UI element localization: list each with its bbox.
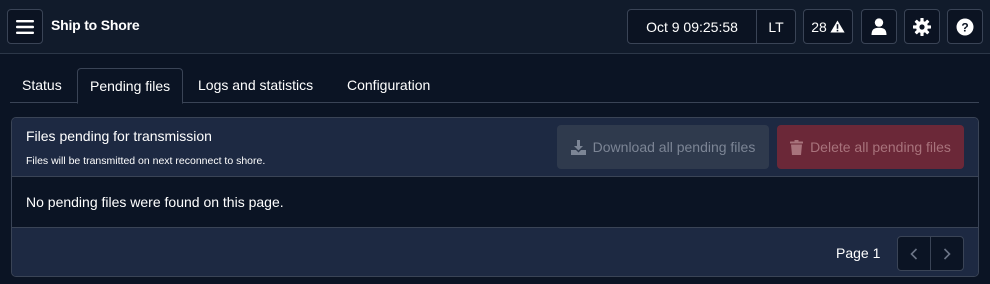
previous-page-button[interactable]: [898, 237, 930, 270]
download-all-button[interactable]: Download all pending files: [557, 125, 769, 169]
chevron-left-icon: [910, 247, 918, 260]
user-button[interactable]: [861, 9, 897, 44]
hamburger-icon: [16, 19, 34, 34]
tab-pending-files[interactable]: Pending files: [77, 68, 184, 104]
tab-configuration[interactable]: Configuration: [335, 68, 442, 103]
download-icon: [570, 139, 586, 155]
app-title: Ship to Shore: [51, 17, 140, 33]
chevron-right-icon: [943, 247, 951, 260]
next-page-button[interactable]: [930, 237, 963, 270]
pagination: [897, 236, 964, 271]
tab-status[interactable]: Status: [10, 68, 74, 103]
top-bar: Ship to Shore Oct 9 09:25:58 LT 28 ?: [0, 0, 990, 54]
delete-all-button[interactable]: Delete all pending files: [777, 125, 964, 169]
tab-bar: Status Pending files Logs and statistics…: [10, 68, 979, 104]
trash-icon: [790, 139, 804, 155]
delete-all-label: Delete all pending files: [810, 139, 951, 155]
page-label: Page 1: [836, 245, 881, 261]
download-all-label: Download all pending files: [592, 139, 756, 155]
alerts-button[interactable]: 28: [803, 9, 853, 44]
panel-subtitle: Files will be transmitted on next reconn…: [26, 155, 266, 167]
user-icon: [871, 18, 887, 35]
help-icon: ?: [956, 18, 974, 35]
timezone-toggle[interactable]: LT: [757, 10, 795, 43]
svg-text:?: ?: [961, 20, 968, 34]
clock-group: Oct 9 09:25:58 LT: [627, 9, 796, 44]
menu-button[interactable]: [7, 9, 43, 44]
panel-header: Files pending for transmission Files wil…: [12, 118, 978, 177]
alert-count: 28: [811, 18, 827, 35]
empty-message: No pending files were found on this page…: [26, 194, 284, 210]
panel-title: Files pending for transmission: [26, 128, 212, 144]
pending-files-panel: Files pending for transmission Files wil…: [11, 117, 979, 277]
panel-footer: Page 1: [12, 228, 978, 276]
clock-time: Oct 9 09:25:58: [628, 10, 757, 43]
settings-button[interactable]: [904, 9, 940, 44]
tab-logs-and-statistics[interactable]: Logs and statistics: [186, 68, 325, 103]
panel-body: No pending files were found on this page…: [12, 177, 978, 228]
warning-icon: [830, 20, 845, 33]
gear-icon: [913, 17, 931, 36]
help-button[interactable]: ?: [947, 9, 983, 44]
